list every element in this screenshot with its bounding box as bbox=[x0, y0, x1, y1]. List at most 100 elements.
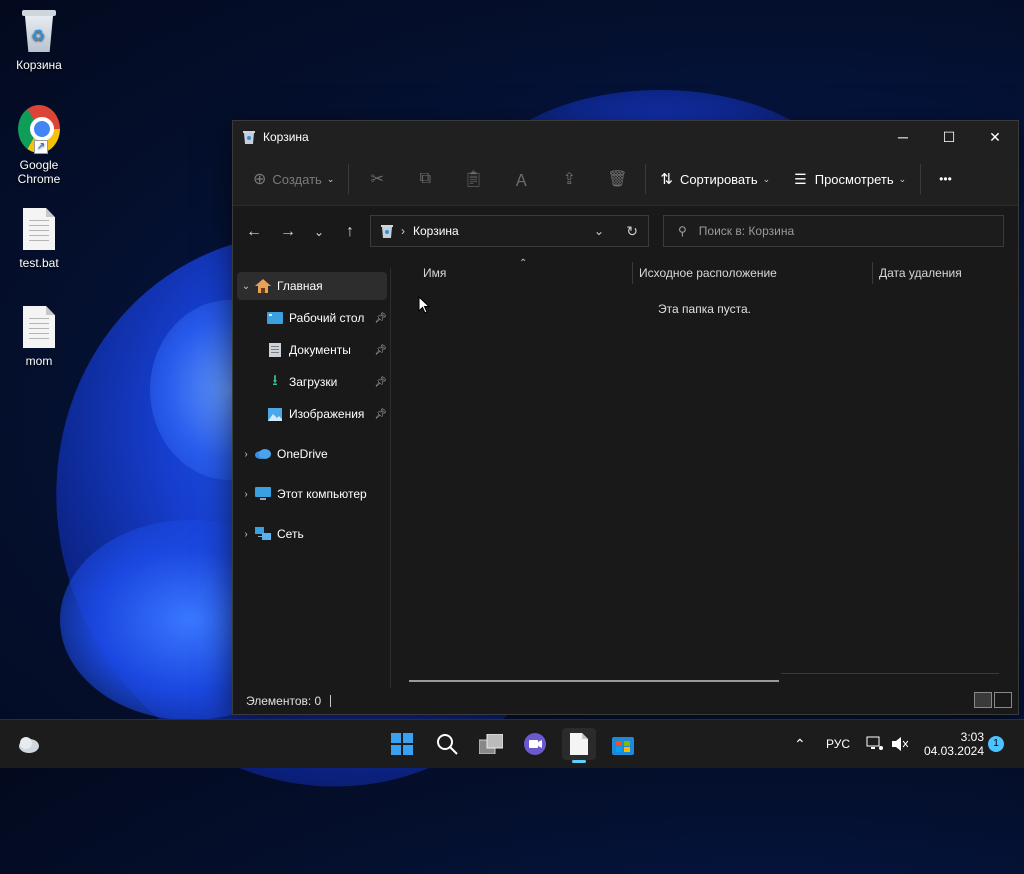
clock-date: 04.03.2024 bbox=[923, 744, 984, 758]
item-count: Элементов: 0 bbox=[246, 694, 322, 708]
pin-icon[interactable]: 📌︎ bbox=[374, 313, 387, 324]
batch-file-icon bbox=[18, 206, 60, 252]
pin-icon[interactable]: 📌︎ bbox=[374, 377, 387, 388]
address-bar[interactable]: › Корзина ⌄ ↻ bbox=[370, 215, 649, 247]
column-label: Имя bbox=[423, 266, 447, 280]
start-windows-icon[interactable] bbox=[385, 728, 419, 760]
recent-locations-chevron-icon[interactable]: ⌄ bbox=[305, 216, 333, 248]
column-label: Дата удаления bbox=[879, 266, 962, 280]
search-icon: ⚲ bbox=[678, 224, 687, 238]
horizontal-scrollbar[interactable] bbox=[409, 680, 779, 682]
column-header-date-deleted[interactable]: Дата удаления bbox=[879, 258, 962, 288]
address-history-chevron-icon[interactable]: ⌄ bbox=[594, 224, 604, 238]
column-divider[interactable] bbox=[872, 262, 873, 284]
clock[interactable]: 3:03 04.03.2024 bbox=[922, 720, 984, 768]
column-divider[interactable] bbox=[632, 262, 633, 284]
desktop-icon-recycle-bin[interactable]: ♻ Корзина bbox=[0, 8, 78, 72]
notification-badge[interactable]: 1 bbox=[988, 736, 1004, 752]
sidebar-item-this-pc[interactable]: › Этот компьютер bbox=[237, 480, 387, 508]
recycle-bin-icon bbox=[381, 224, 393, 238]
more-options-button[interactable]: ••• bbox=[929, 161, 962, 197]
file-list: Имя ⌃ Исходное расположение Дата удалени… bbox=[391, 258, 1018, 688]
sidebar-item-documents[interactable]: Документы 📌︎ bbox=[267, 336, 389, 364]
create-button[interactable]: ⊕ Создать ⌄ bbox=[243, 161, 344, 197]
sidebar-item-pictures[interactable]: Изображения 📌︎ bbox=[267, 400, 389, 428]
delete-icon[interactable]: 🗑︎ bbox=[604, 161, 630, 197]
file-explorer-taskbar-icon[interactable] bbox=[562, 728, 596, 763]
desktop-icon-test-bat[interactable]: test.bat bbox=[0, 206, 78, 270]
navigation-pane: ⌄ Главная Рабочий стол 📌︎ Документы 📌︎ ⭳… bbox=[233, 268, 391, 688]
divider bbox=[330, 695, 332, 707]
back-arrow-icon[interactable]: ← bbox=[237, 216, 271, 248]
view-button[interactable]: ☰ Просмотреть ⌄ bbox=[784, 161, 916, 197]
chevron-down-icon: ⌄ bbox=[241, 280, 251, 292]
command-bar: ⊕ Создать ⌄ ✂ ⧉ 📋︎ Ａ ⇪ 🗑︎ ⇅ Сортировать … bbox=[233, 153, 1018, 206]
sort-button[interactable]: ⇅ Сортировать ⌄ bbox=[650, 161, 780, 197]
up-arrow-icon[interactable]: ↑ bbox=[333, 216, 367, 248]
desktop-icon-google-chrome[interactable]: ↗ Google Chrome bbox=[0, 104, 78, 186]
sort-ascending-icon: ⌃ bbox=[519, 258, 528, 269]
sort-icon: ⇅ bbox=[660, 171, 673, 188]
tiles-view-icon[interactable] bbox=[994, 692, 1012, 708]
column-header-original-location[interactable]: Исходное расположение bbox=[639, 258, 777, 288]
chevron-down-icon: ⌄ bbox=[326, 173, 335, 184]
forward-arrow-icon[interactable]: → bbox=[271, 216, 305, 248]
minimize-button[interactable]: ─ bbox=[880, 121, 926, 153]
desktop-icon-label: mom bbox=[25, 354, 53, 368]
column-label: Исходное расположение bbox=[639, 266, 777, 280]
desktop-icon-mom[interactable]: mom bbox=[0, 304, 78, 368]
file-explorer-window: Корзина ─ ☐ ✕ ⊕ Создать ⌄ ✂ ⧉ 📋︎ Ａ ⇪ 🗑︎ … bbox=[232, 120, 1019, 715]
breadcrumb-location[interactable]: Корзина bbox=[413, 224, 459, 238]
close-button[interactable]: ✕ bbox=[972, 121, 1018, 153]
pin-icon[interactable]: 📌︎ bbox=[374, 345, 387, 356]
volume-muted-icon[interactable] bbox=[892, 720, 908, 768]
desktop-icon-label: Корзина bbox=[16, 58, 62, 72]
download-arrow-icon: ⭳ bbox=[272, 371, 278, 389]
pin-icon[interactable]: 📌︎ bbox=[374, 409, 387, 420]
active-indicator bbox=[572, 760, 586, 763]
view-label: Просмотреть bbox=[814, 171, 894, 187]
sidebar-item-desktop[interactable]: Рабочий стол 📌︎ bbox=[267, 304, 389, 332]
network-icon bbox=[255, 527, 271, 541]
create-label: Создать bbox=[272, 171, 322, 187]
sidebar-item-label: Загрузки bbox=[289, 375, 338, 389]
search-box[interactable]: ⚲ Поиск в: Корзина bbox=[663, 215, 1004, 247]
sidebar-item-onedrive[interactable]: › OneDrive bbox=[237, 440, 387, 468]
sidebar-item-downloads[interactable]: ⭳ Загрузки 📌︎ bbox=[267, 368, 389, 396]
sidebar-item-label: Изображения bbox=[289, 407, 365, 421]
search-icon[interactable] bbox=[430, 728, 464, 760]
maximize-button[interactable]: ☐ bbox=[926, 121, 972, 153]
sidebar-item-label: Этот компьютер bbox=[277, 487, 367, 501]
teams-chat-icon[interactable] bbox=[518, 728, 552, 760]
divider bbox=[348, 164, 350, 194]
plus-circle-icon: ⊕ bbox=[253, 171, 267, 188]
paste-icon[interactable]: 📋︎ bbox=[460, 161, 486, 197]
sidebar-item-network[interactable]: › Сеть bbox=[237, 520, 387, 548]
title-bar[interactable]: Корзина ─ ☐ ✕ bbox=[233, 121, 1018, 153]
computer-icon bbox=[255, 487, 271, 501]
weather-widget-icon[interactable] bbox=[12, 728, 46, 760]
cut-icon[interactable]: ✂ bbox=[364, 161, 390, 197]
documents-icon bbox=[267, 343, 283, 357]
task-view-icon[interactable] bbox=[474, 728, 508, 760]
rename-icon[interactable]: Ａ bbox=[508, 161, 534, 197]
divider bbox=[920, 164, 922, 194]
refresh-icon[interactable]: ↻ bbox=[626, 223, 638, 240]
home-icon bbox=[255, 279, 271, 293]
network-status-icon[interactable] bbox=[866, 720, 884, 768]
chevron-right-icon: › bbox=[244, 488, 248, 500]
show-hidden-icons-chevron-icon[interactable]: ⌃ bbox=[794, 720, 806, 768]
store-icon[interactable] bbox=[606, 728, 640, 760]
copy-icon[interactable]: ⧉ bbox=[412, 161, 438, 197]
column-header-name[interactable]: Имя bbox=[423, 258, 446, 288]
language-indicator[interactable]: РУС bbox=[826, 720, 850, 768]
chevron-right-icon: › bbox=[244, 528, 248, 540]
mouse-cursor-icon bbox=[418, 296, 430, 314]
cloud-icon bbox=[255, 447, 271, 461]
sidebar-item-label: Документы bbox=[289, 343, 351, 357]
window-title: Корзина bbox=[263, 130, 309, 144]
details-view-icon[interactable] bbox=[974, 692, 992, 708]
sidebar-item-home[interactable]: ⌄ Главная bbox=[237, 272, 387, 300]
share-icon[interactable]: ⇪ bbox=[556, 161, 582, 197]
language-label: РУС bbox=[826, 737, 851, 751]
